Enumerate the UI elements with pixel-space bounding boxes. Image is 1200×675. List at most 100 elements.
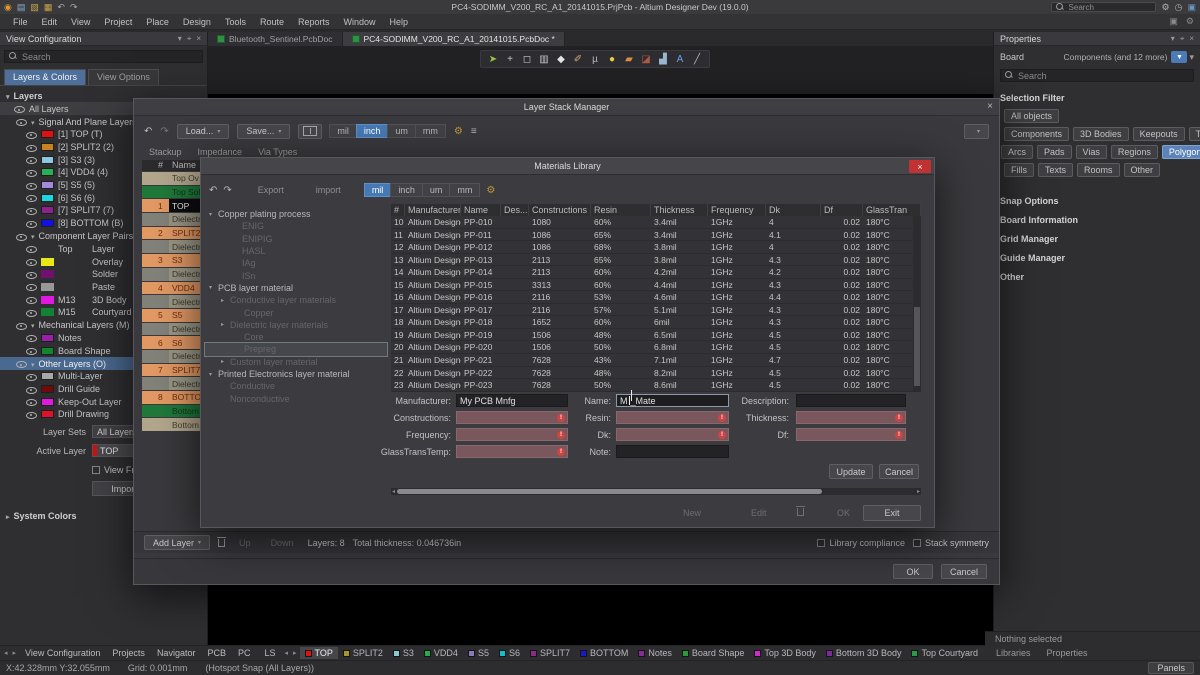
- material-row[interactable]: 17 Altium Designer PP-017 2116 57% 5.1mi…: [391, 304, 921, 317]
- document-tab[interactable]: Bluetooth_Sentinel.PcbDoc: [208, 32, 343, 46]
- stack-visualizer-icon[interactable]: ≡: [471, 126, 477, 137]
- place-line-icon[interactable]: ╱: [690, 54, 704, 65]
- graph-icon[interactable]: ▟: [656, 54, 670, 65]
- layer-color-swatch[interactable]: [41, 398, 54, 406]
- visibility-eye-icon[interactable]: [26, 397, 37, 406]
- visibility-eye-icon[interactable]: [26, 206, 37, 215]
- column-header[interactable]: Constructions: [529, 204, 591, 216]
- add-layer-button[interactable]: Add Layer: [144, 535, 210, 550]
- material-tree-item[interactable]: ▸ Custom layer material: [205, 356, 387, 368]
- tab-layers-and-colors[interactable]: Layers & Colors: [4, 69, 86, 85]
- tree-expand-icon[interactable]: ▾: [209, 371, 215, 378]
- place-via-icon[interactable]: ●: [605, 54, 619, 65]
- panel-pin-icon[interactable]: ⌖: [1180, 34, 1185, 44]
- panel-dropdown-icon[interactable]: ▾: [178, 34, 182, 44]
- ok-button[interactable]: OK: [893, 564, 933, 579]
- column-header[interactable]: GlassTran: [863, 204, 921, 216]
- filter-object-button[interactable]: All objects: [1004, 109, 1059, 123]
- layer-color-swatch[interactable]: [41, 385, 54, 393]
- column-header[interactable]: Des...: [501, 204, 529, 216]
- unit-button[interactable]: mil: [364, 183, 392, 197]
- menu-item[interactable]: Edit: [35, 17, 65, 27]
- material-row[interactable]: 23 Altium Designer PP-023 7628 50% 8.6mi…: [391, 379, 921, 392]
- document-tab[interactable]: PC4-SODIMM_V200_RC_A1_20141015.PcbDoc *: [343, 32, 565, 46]
- properties-section-header[interactable]: Snap Options: [994, 187, 1200, 206]
- tree-expand-icon[interactable]: ▾: [209, 284, 215, 291]
- layer-color-swatch[interactable]: [41, 372, 54, 380]
- unit-button[interactable]: um: [422, 183, 451, 197]
- material-row[interactable]: 10 Altium Designer PP-010 1080 60% 3.4mi…: [391, 216, 921, 229]
- scroll-left-icon[interactable]: ◂: [2, 649, 10, 657]
- new-button[interactable]: New: [677, 506, 707, 521]
- tab-view-options[interactable]: View Options: [88, 69, 159, 85]
- preferences-gear-icon[interactable]: ⚙: [1186, 16, 1194, 27]
- menu-item[interactable]: Place: [139, 17, 176, 27]
- layer-tab[interactable]: Board Shape: [677, 647, 750, 659]
- scroll-left-icon[interactable]: ◂: [392, 488, 395, 495]
- exit-button[interactable]: Exit: [863, 505, 921, 521]
- unit-button[interactable]: mm: [415, 124, 446, 138]
- layer-tab[interactable]: S5: [463, 647, 494, 659]
- scroll-right-icon[interactable]: ▸: [11, 649, 19, 657]
- layer-color-swatch[interactable]: [41, 181, 54, 189]
- export-button[interactable]: Export: [252, 183, 290, 198]
- material-row[interactable]: 11 Altium Designer PP-011 1086 65% 3.4mi…: [391, 229, 921, 242]
- stack-symmetry-checkbox[interactable]: [913, 539, 921, 547]
- column-header[interactable]: Frequency: [708, 204, 766, 216]
- filter-dropdown-icon[interactable]: ▾: [1189, 52, 1194, 63]
- layer-tab[interactable]: Top 3D Body: [749, 647, 821, 659]
- redo-icon[interactable]: ↷: [70, 1, 78, 13]
- save-icon[interactable]: ▦: [44, 1, 53, 13]
- cancel-button[interactable]: Cancel: [941, 564, 987, 579]
- visibility-eye-icon[interactable]: [26, 333, 37, 342]
- delete-layer-trash-icon[interactable]: [218, 539, 225, 547]
- layer-tab[interactable]: Notes: [633, 647, 677, 659]
- user-profile-icon[interactable]: ▣: [1187, 1, 1196, 13]
- layer-color-swatch[interactable]: [41, 308, 54, 316]
- layer-tab[interactable]: S3: [388, 647, 419, 659]
- material-row[interactable]: 20 Altium Designer PP-020 1506 50% 6.8mi…: [391, 341, 921, 354]
- layer-color-swatch[interactable]: [41, 194, 54, 202]
- description-field[interactable]: [796, 394, 906, 407]
- column-header[interactable]: Dk: [766, 204, 821, 216]
- unit-button[interactable]: inch: [356, 124, 389, 138]
- material-tree-item[interactable]: Conductive: [205, 380, 387, 392]
- copper-pour-icon[interactable]: ▰: [622, 54, 636, 65]
- material-tree-item[interactable]: ▸ Dielectric layer materials: [205, 319, 387, 331]
- panel-button[interactable]: Navigator: [151, 647, 202, 659]
- visibility-eye-icon[interactable]: [26, 130, 37, 139]
- move-down-button[interactable]: Down: [265, 535, 300, 550]
- library-compliance-checkbox[interactable]: [817, 539, 825, 547]
- move-object-icon[interactable]: +: [503, 54, 517, 65]
- visibility-eye-icon[interactable]: [16, 359, 27, 368]
- undo-icon[interactable]: ↶: [144, 126, 152, 137]
- visibility-eye-icon[interactable]: [26, 270, 37, 279]
- ok-button[interactable]: OK: [831, 506, 856, 521]
- edit-button[interactable]: Edit: [745, 506, 773, 521]
- filter-object-button[interactable]: Other: [1124, 163, 1161, 177]
- properties-section-header[interactable]: Board Information: [994, 206, 1200, 225]
- layer-tab[interactable]: VDD4: [419, 647, 463, 659]
- save-button[interactable]: Save...: [237, 124, 290, 139]
- filter-object-button[interactable]: Arcs: [1001, 145, 1033, 159]
- visibility-eye-icon[interactable]: [26, 346, 37, 355]
- visibility-eye-icon[interactable]: [26, 295, 37, 304]
- df-field[interactable]: !: [796, 428, 906, 441]
- panels-button[interactable]: Panels: [1148, 662, 1194, 674]
- layer-color-swatch[interactable]: [41, 156, 54, 164]
- material-tree-item[interactable]: ▸ Conductive layer materials: [205, 294, 387, 306]
- open-doc-icon[interactable]: ▧: [30, 1, 39, 13]
- column-header[interactable]: Manufacturer: [405, 204, 461, 216]
- panel-button[interactable]: View Configuration: [19, 647, 106, 659]
- filter-object-button[interactable]: Texts: [1038, 163, 1073, 177]
- panel-pin-icon[interactable]: ⌖: [187, 34, 192, 44]
- menu-item[interactable]: Design: [176, 17, 218, 27]
- panel-close-icon[interactable]: ×: [1189, 34, 1194, 44]
- layer-color-swatch[interactable]: [41, 245, 54, 253]
- move-up-button[interactable]: Up: [233, 535, 257, 550]
- filter-object-button[interactable]: Tracks: [1189, 127, 1200, 141]
- altium-logo[interactable]: ◉: [4, 1, 12, 13]
- layer-color-swatch[interactable]: [41, 283, 54, 291]
- visibility-eye-icon[interactable]: [14, 104, 25, 113]
- close-icon[interactable]: ×: [909, 160, 931, 173]
